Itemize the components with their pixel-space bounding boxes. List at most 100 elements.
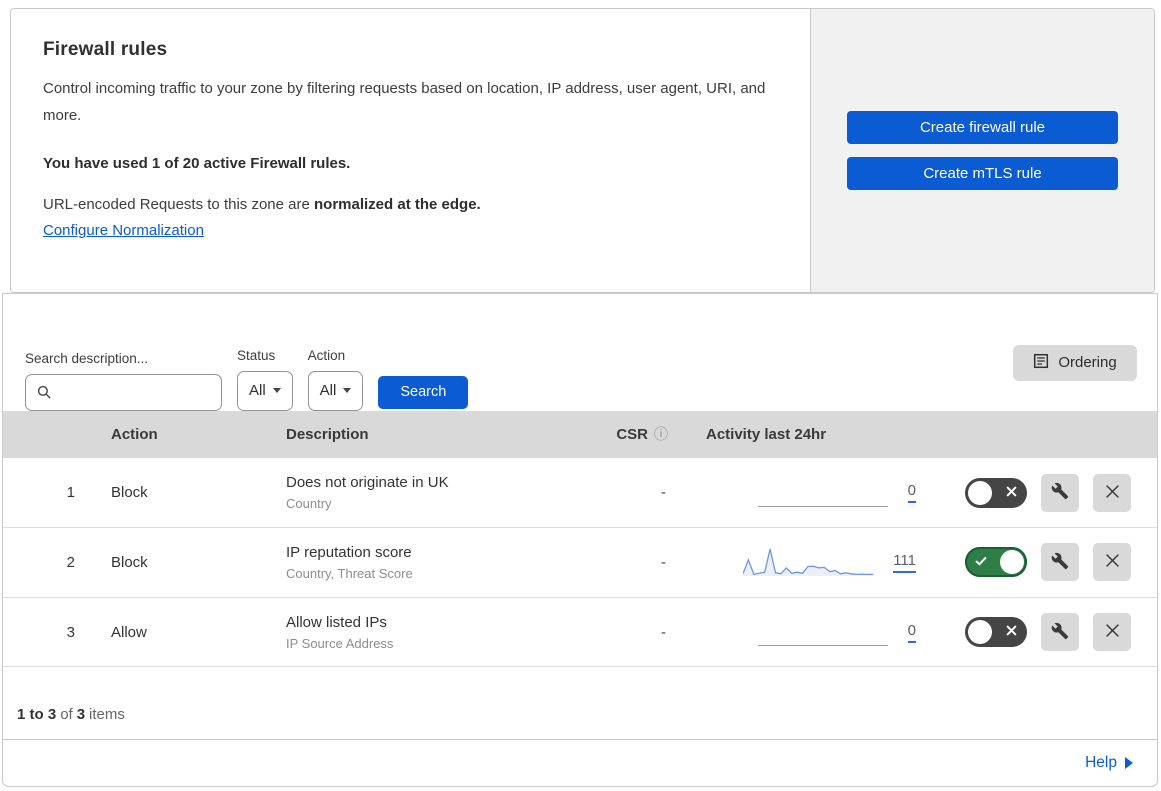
search-filter-group: Search description... — [25, 351, 222, 411]
edit-rule-button[interactable] — [1041, 473, 1079, 512]
search-box — [25, 373, 222, 411]
normalization-text: URL-encoded Requests to this zone are no… — [43, 196, 778, 213]
rules-usage-text: You have used 1 of 20 active Firewall ru… — [43, 155, 351, 172]
firewall-rules-page: Firewall rules Control incoming traffic … — [0, 0, 1161, 791]
rule-priority: 1 — [66, 484, 75, 502]
close-icon — [1105, 484, 1120, 502]
toggle-knob — [968, 620, 992, 645]
column-header-action: Action — [111, 425, 158, 443]
wrench-icon — [1051, 552, 1069, 573]
create-actions-panel: Create firewall rule Create mTLS rule — [810, 9, 1154, 292]
column-header-csr: CSR ⓘ — [586, 424, 678, 444]
table-row: 1 Block Does not originate in UK Country… — [3, 458, 1157, 529]
wrench-icon — [1051, 622, 1069, 643]
rules-table-card: Search description... Status All Action … — [2, 293, 1158, 787]
action-dropdown[interactable]: All — [307, 370, 364, 411]
rule-enabled-toggle[interactable] — [965, 477, 1027, 508]
help-bar: Help — [3, 739, 1157, 786]
arrow-right-icon — [1125, 757, 1133, 770]
help-link-label: Help — [1085, 754, 1117, 772]
rule-action: Block — [111, 484, 148, 502]
status-dropdown-value: All — [249, 382, 266, 400]
activity-flat-line — [757, 505, 888, 507]
activity-count-link[interactable]: 0 — [907, 622, 916, 643]
status-filter-group: Status All — [237, 348, 293, 411]
delete-rule-button[interactable] — [1093, 613, 1131, 652]
activity-sparkline — [757, 476, 888, 510]
action-filter-group: Action All — [307, 347, 364, 411]
edit-rule-button[interactable] — [1041, 613, 1079, 652]
normalization-text-prefix: URL-encoded Requests to this zone are — [43, 196, 314, 213]
rule-action: Allow — [111, 623, 147, 641]
close-icon — [1105, 623, 1120, 641]
pagination-of: of — [60, 706, 73, 724]
toggle-off-x-icon — [1006, 484, 1017, 502]
column-header-description: Description — [286, 425, 369, 443]
page-title: Firewall rules — [43, 39, 168, 60]
action-dropdown-value: All — [319, 382, 337, 400]
toggle-off-x-icon — [1006, 623, 1017, 641]
activity-count-link[interactable]: 0 — [907, 482, 916, 504]
search-input[interactable] — [25, 373, 222, 411]
toggle-on-check-icon — [975, 553, 987, 571]
rule-activity-cell: 0 — [678, 615, 923, 649]
activity-sparkline — [757, 615, 888, 649]
rule-enabled-toggle[interactable] — [965, 547, 1027, 578]
rule-controls — [923, 543, 1157, 582]
delete-rule-button[interactable] — [1093, 473, 1131, 512]
help-link[interactable]: Help — [1085, 754, 1133, 772]
ordering-list-icon — [1033, 353, 1049, 373]
ordering-button[interactable]: Ordering — [1013, 344, 1137, 381]
search-label: Search description... — [25, 350, 149, 366]
search-button[interactable]: Search — [378, 375, 469, 409]
rule-csr-value: - — [661, 484, 666, 502]
status-dropdown[interactable]: All — [237, 370, 293, 411]
rule-csr-value: - — [661, 623, 666, 641]
firewall-overview-card: Firewall rules Control incoming traffic … — [10, 8, 1155, 293]
rule-csr-value: - — [661, 553, 666, 571]
column-header-activity: Activity last 24hr — [706, 425, 827, 443]
close-icon — [1105, 553, 1120, 571]
rule-action: Block — [111, 553, 148, 571]
rule-activity-cell: 111 — [678, 545, 923, 579]
table-row: 3 Allow Allow listed IPs IP Source Addre… — [3, 597, 1157, 668]
pagination-total: 3 — [76, 706, 86, 724]
normalization-text-bold: normalized at the edge. — [314, 196, 481, 213]
table-row: 2 Block IP reputation score Country, Thr… — [3, 528, 1157, 598]
action-label: Action — [307, 347, 346, 363]
csr-header-label: CSR — [616, 425, 648, 443]
page-description: Control incoming traffic to your zone by… — [43, 80, 766, 124]
rule-controls — [923, 473, 1157, 512]
chevron-down-icon — [343, 388, 352, 394]
rule-fields: Country, Threat Score — [286, 565, 413, 581]
rule-activity-cell: 0 — [678, 476, 923, 510]
toggle-knob — [1000, 550, 1024, 575]
rule-description-cell: Allow listed IPs IP Source Address — [266, 614, 586, 651]
rule-fields: Country — [286, 496, 332, 512]
rule-enabled-toggle[interactable] — [965, 617, 1027, 648]
delete-rule-button[interactable] — [1093, 543, 1131, 582]
info-icon[interactable]: ⓘ — [654, 424, 668, 444]
filter-bar: Search description... Status All Action … — [3, 294, 1157, 411]
pagination-range: 1 to 3 — [17, 706, 57, 724]
edit-rule-button[interactable] — [1041, 543, 1079, 582]
create-mtls-rule-button[interactable]: Create mTLS rule — [847, 157, 1118, 190]
rule-controls — [923, 613, 1157, 652]
overview-text-area: Firewall rules Control incoming traffic … — [11, 9, 810, 292]
configure-normalization-link[interactable]: Configure Normalization — [43, 222, 204, 239]
rule-priority: 2 — [66, 553, 75, 571]
activity-count-link[interactable]: 111 — [893, 552, 916, 573]
toggle-knob — [968, 480, 992, 505]
chevron-down-icon — [272, 388, 281, 394]
pagination-summary: 1 to 3 of 3 items — [3, 667, 1157, 739]
activity-flat-line — [757, 645, 888, 647]
rule-priority: 3 — [66, 623, 75, 641]
create-firewall-rule-button[interactable]: Create firewall rule — [847, 111, 1118, 144]
rule-description[interactable]: IP reputation score — [286, 544, 586, 561]
rule-description[interactable]: Allow listed IPs — [286, 614, 586, 631]
wrench-icon — [1051, 482, 1069, 503]
rule-description[interactable]: Does not originate in UK — [286, 474, 586, 491]
table-header-row: Action Description CSR ⓘ Activity last 2… — [3, 410, 1157, 459]
pagination-items: items — [89, 706, 125, 724]
rule-description-cell: Does not originate in UK Country — [266, 474, 586, 511]
